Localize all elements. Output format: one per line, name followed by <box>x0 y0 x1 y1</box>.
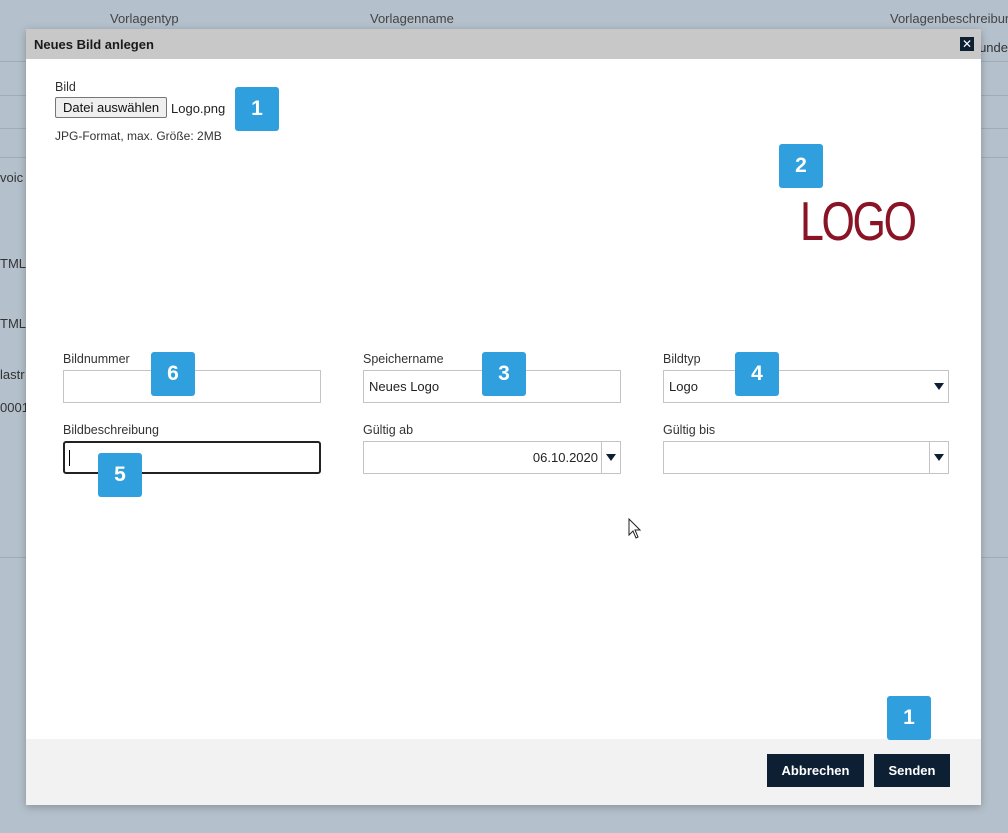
chevron-down-icon[interactable] <box>934 454 944 461</box>
bildtyp-label: Bildtyp <box>663 352 701 366</box>
background-cell-fragment: voic <box>0 170 24 185</box>
background-cell-fragment: 0001 <box>0 400 29 415</box>
choose-file-button[interactable]: Datei auswählen <box>55 97 168 118</box>
chevron-down-icon[interactable] <box>606 454 616 461</box>
column-vorlagenbeschreibung: Vorlagenbeschreibun <box>890 11 1008 26</box>
callout-badge: 3 <box>482 352 526 396</box>
close-icon[interactable]: ✕ <box>960 37 974 51</box>
background-cell-fragment: unde <box>979 40 1008 55</box>
gueltig-ab-datepicker[interactable]: 06.10.2020 <box>363 441 621 474</box>
gueltig-bis-label: Gültig bis <box>663 423 716 437</box>
cancel-button[interactable]: Abbrechen <box>767 754 864 787</box>
bildtyp-select[interactable]: Logo <box>663 370 949 403</box>
column-vorlagentyp: Vorlagentyp <box>110 11 179 26</box>
dialog-title: Neues Bild anlegen <box>34 37 154 52</box>
callout-badge: 6 <box>151 352 195 396</box>
gueltig-bis-datepicker[interactable] <box>663 441 949 474</box>
image-label: Bild <box>55 80 76 94</box>
chevron-down-icon[interactable] <box>934 383 944 390</box>
callout-badge: 4 <box>735 352 779 396</box>
callout-badge: 5 <box>98 453 142 497</box>
image-preview-logo: LOGO <box>800 190 917 252</box>
dropdown-separator <box>929 442 930 473</box>
gueltig-ab-value: 06.10.2020 <box>532 450 598 465</box>
callout-badge: 1 <box>887 696 931 740</box>
speichername-label: Speichername <box>363 352 444 366</box>
background-cell-fragment: TML <box>0 316 26 331</box>
callout-badge: 1 <box>235 87 279 131</box>
file-format-hint: JPG-Format, max. Größe: 2MB <box>55 129 222 143</box>
dialog-footer: Abbrechen Senden <box>26 739 981 805</box>
submit-button[interactable]: Senden <box>874 754 950 787</box>
dropdown-separator <box>601 442 602 473</box>
gueltig-ab-label: Gültig ab <box>363 423 414 437</box>
new-image-dialog: Neues Bild anlegen ✕ Bild Datei auswähle… <box>26 29 981 805</box>
bildtyp-selected-value: Logo <box>669 379 698 394</box>
column-vorlagenname: Vorlagenname <box>370 11 454 26</box>
mouse-pointer-icon <box>628 518 642 539</box>
background-cell-fragment: lastr <box>0 367 25 382</box>
bildbeschreibung-label: Bildbeschreibung <box>63 423 159 437</box>
dialog-titlebar: Neues Bild anlegen ✕ <box>26 29 981 59</box>
bildnummer-label: Bildnummer <box>63 352 130 366</box>
selected-file-name: Logo.png <box>171 101 226 116</box>
callout-badge: 2 <box>779 144 823 188</box>
text-caret <box>69 450 70 466</box>
